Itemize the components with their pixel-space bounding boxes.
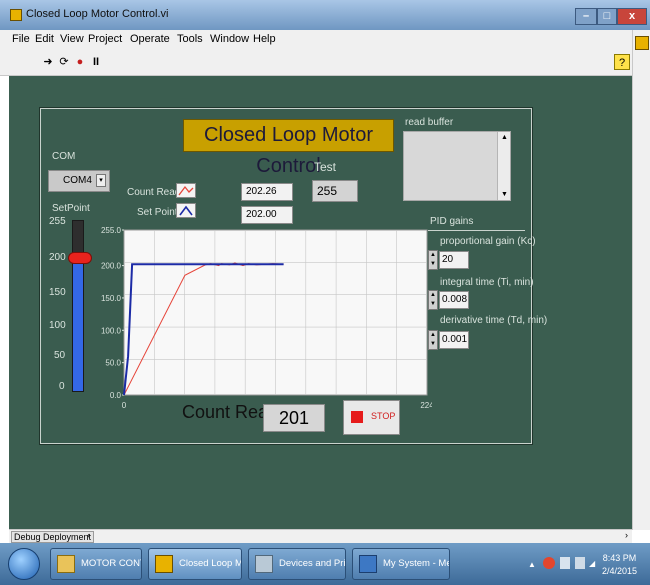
ti-input[interactable]: 0.008	[439, 291, 469, 309]
read-buffer-indicator[interactable]	[403, 131, 511, 201]
menu-window[interactable]: Window	[210, 33, 249, 45]
test-label: Test	[314, 160, 337, 174]
legend-set-point-label: Set Point	[137, 207, 178, 218]
taskbar-item-my-system[interactable]: My System - Mea...	[352, 548, 450, 580]
minimize-button[interactable]: –	[575, 8, 597, 25]
kc-label: proportional gain (Kc)	[440, 236, 536, 247]
toolbar: ➜ ⟳ ● II ?	[0, 50, 650, 76]
labview-icon	[155, 555, 173, 573]
slider-tick: 255	[49, 216, 66, 227]
window-title: Closed Loop Motor Control.vi	[26, 8, 169, 20]
dropdown-arrow-icon[interactable]: ▾	[96, 174, 106, 187]
taskbar-item-closed-loop[interactable]: Closed Loop Mot...	[148, 548, 242, 580]
menu-file[interactable]: File	[12, 33, 30, 45]
x-tick-label: 224	[420, 401, 432, 410]
slider-tick: 0	[59, 381, 65, 392]
taskbar-clock[interactable]: 8:43 PM 2/4/2015	[602, 552, 637, 578]
kc-input[interactable]: 20	[439, 251, 469, 269]
legend-count-read-swatch[interactable]	[176, 183, 196, 198]
vi-icon	[635, 36, 649, 50]
td-label: derivative time (Td, min)	[440, 315, 548, 326]
tray-app-icon[interactable]	[543, 557, 555, 569]
count-read-big-indicator: 201	[263, 404, 325, 432]
scroll-right-icon[interactable]: ›	[625, 530, 628, 540]
labview-vi-icon	[10, 9, 22, 21]
menu-project[interactable]: Project	[88, 33, 122, 45]
com-label: COM	[52, 151, 76, 162]
pause-icon[interactable]: II	[88, 54, 104, 70]
menu-bar: File Edit View Project Operate Tools Win…	[0, 30, 650, 50]
menu-view[interactable]: View	[60, 33, 84, 45]
com-port-selector[interactable]: COM4 ▾	[48, 170, 110, 192]
legend-set-point-swatch[interactable]	[176, 203, 196, 218]
slider-tick: 100	[49, 320, 66, 331]
legend-count-read-label: Count Read	[127, 187, 181, 198]
run-continuously-icon[interactable]: ⟳	[56, 54, 72, 70]
clock-time: 8:43 PM	[602, 553, 637, 563]
tray-expand-icon[interactable]: ▲	[528, 560, 536, 569]
menu-tools[interactable]: Tools	[177, 33, 203, 45]
taskbar-item-label: MOTOR CONTROL	[81, 558, 141, 569]
read-buffer-label: read buffer	[405, 117, 454, 128]
abort-execution-icon[interactable]: ●	[72, 54, 88, 70]
scroll-up-icon[interactable]: ▲	[501, 134, 508, 141]
ti-label: integral time (Ti, min)	[440, 277, 534, 288]
tray-volume-icon[interactable]	[575, 557, 585, 569]
y-tick-label: 255.0	[101, 226, 122, 235]
count-read-indicator: 202.26	[241, 183, 293, 201]
status-bar: Debug Deployment ‹ ›	[9, 529, 632, 543]
y-tick-label: 50.0	[105, 359, 121, 368]
taskbar-item-label: Closed Loop Mot...	[179, 558, 241, 569]
taskbar-item-devices-and-printers[interactable]: Devices and Print...	[248, 548, 346, 580]
scroll-down-icon[interactable]: ▼	[501, 191, 508, 198]
y-tick-label: 0.0	[110, 391, 122, 400]
waveform-chart: 255.0 200.0 150.0 100.0 50.0 0.00 224	[101, 226, 432, 410]
y-tick-label: 200.0	[101, 262, 122, 271]
right-palette-strip	[632, 30, 650, 530]
maximize-button[interactable]: □	[597, 8, 617, 25]
taskbar-item-label: My System - Mea...	[383, 558, 449, 569]
taskbar-item-motor-control[interactable]: MOTOR CONTROL	[50, 548, 142, 580]
slider-tick: 200	[49, 252, 66, 263]
menu-help[interactable]: Help	[253, 33, 276, 45]
context-help-icon[interactable]: ?	[614, 54, 630, 70]
menu-edit[interactable]: Edit	[35, 33, 54, 45]
x-tick-label: 0	[122, 401, 127, 410]
legend-line-icon	[179, 205, 193, 216]
measurement-explorer-icon	[359, 555, 377, 573]
read-buffer-scrollbar[interactable]: ▲ ▼	[497, 132, 510, 200]
td-input[interactable]: 0.001	[439, 331, 469, 349]
panel-title: Closed Loop Motor Control	[183, 119, 394, 177]
legend-line-icon	[178, 185, 194, 196]
windows-start-orb-icon[interactable]	[8, 548, 40, 580]
y-tick-label: 150.0	[101, 294, 122, 303]
scroll-left-icon[interactable]: ‹	[87, 530, 90, 540]
close-button[interactable]: x	[617, 8, 647, 25]
taskbar-item-label: Devices and Print...	[279, 558, 346, 569]
setpoint-label: SetPoint	[52, 203, 90, 214]
slider-tick: 50	[54, 350, 66, 361]
menu-operate[interactable]: Operate	[130, 33, 170, 45]
slider-tick: 150	[49, 287, 66, 298]
com-value: COM4	[63, 175, 92, 186]
folder-icon	[57, 555, 75, 573]
debug-deployment-target[interactable]: Debug Deployment	[11, 531, 95, 543]
y-tick-label: 100.0	[101, 326, 122, 335]
run-arrow-icon[interactable]: ➜	[40, 54, 56, 70]
stop-square-icon[interactable]	[351, 411, 363, 423]
stop-button-label[interactable]: STOP	[371, 411, 395, 421]
clock-date: 2/4/2015	[602, 566, 638, 576]
pid-gains-label: PID gains	[430, 216, 474, 227]
tray-flag-icon[interactable]: ◢	[589, 559, 595, 568]
test-indicator: 255	[312, 180, 358, 202]
tray-network-icon[interactable]	[560, 557, 570, 569]
printer-icon	[255, 555, 273, 573]
